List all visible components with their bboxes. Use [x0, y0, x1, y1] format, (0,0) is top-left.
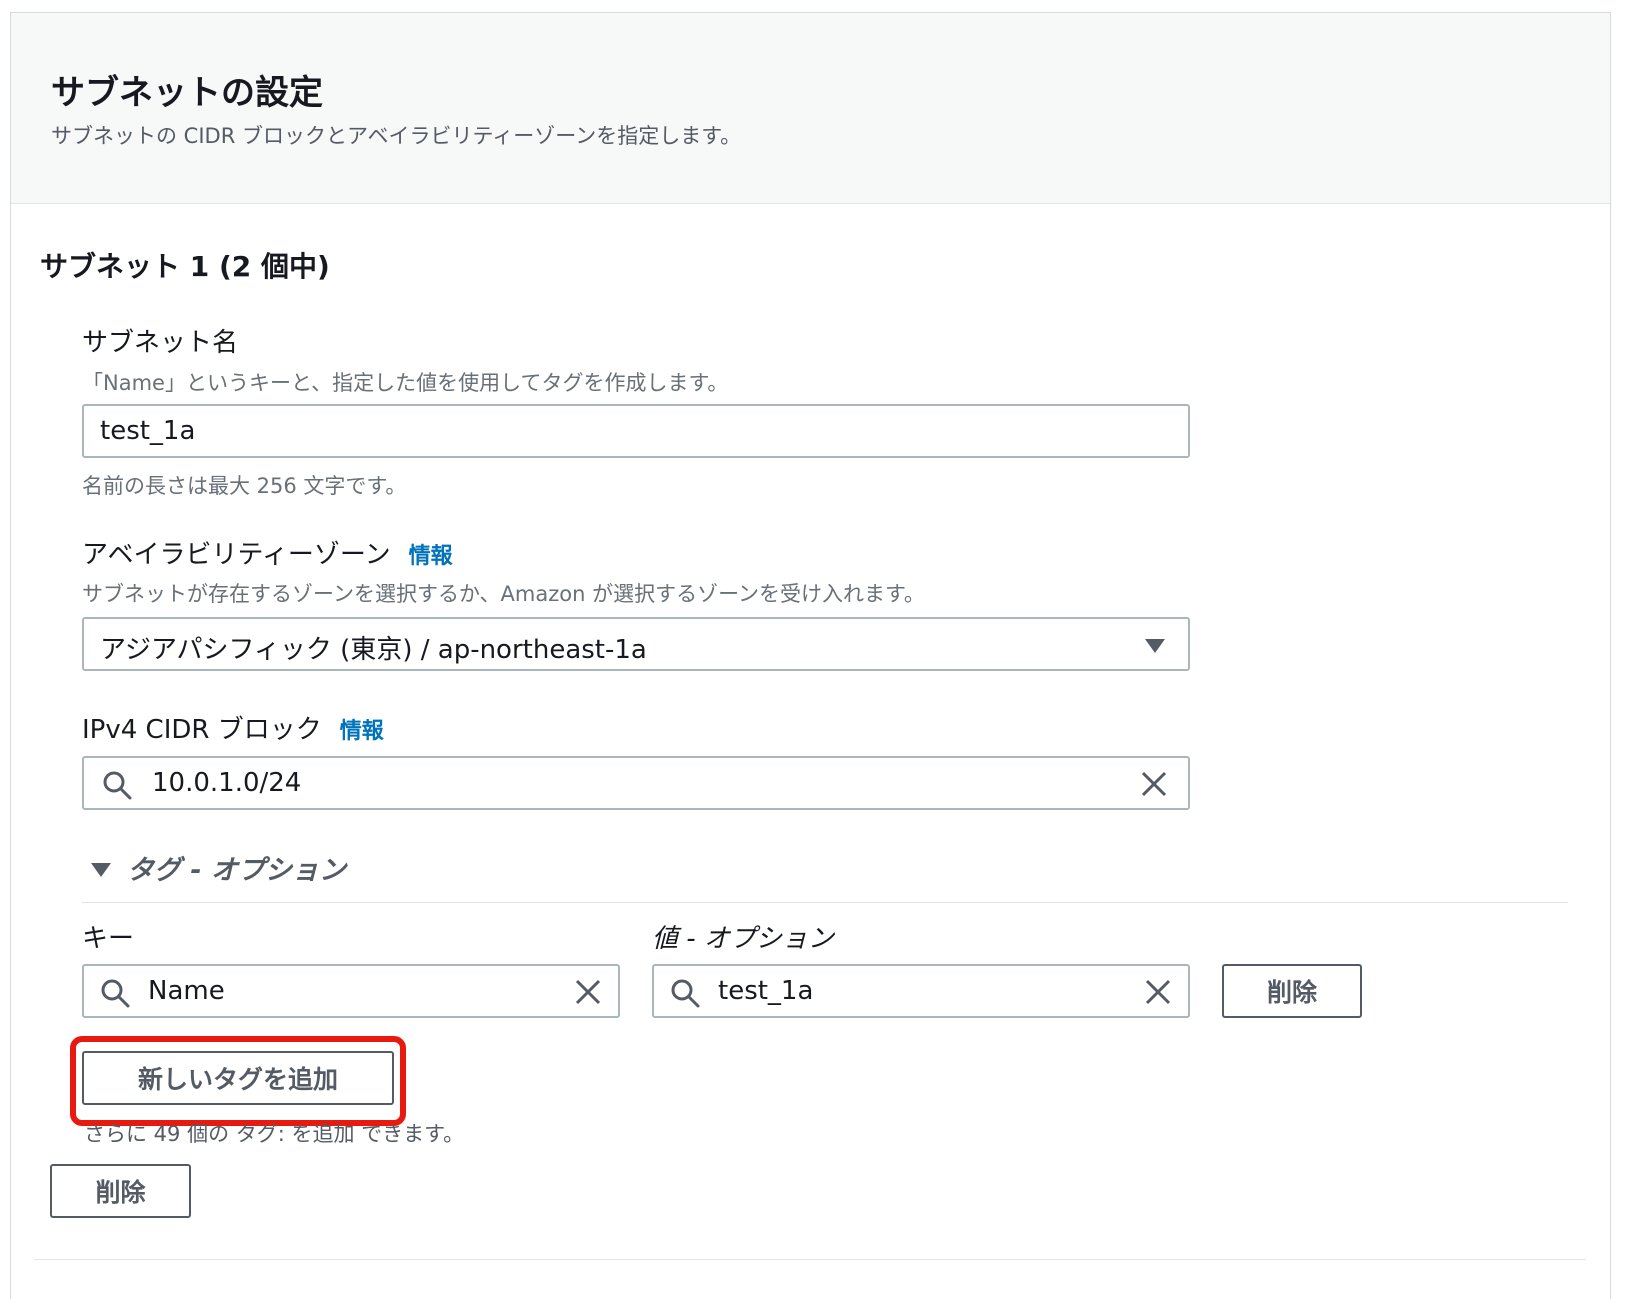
panel-title: サブネットの設定	[51, 73, 323, 113]
remaining-tags-hint: さらに 49 個の タグ: を追加 できます。	[84, 1122, 465, 1146]
subnet-section-title: サブネット 1 (2 個中)	[40, 250, 330, 283]
tag-key-label: キー	[82, 924, 135, 954]
cidr-label: IPv4 CIDR ブロック	[82, 715, 322, 745]
subnet-name-description: 「Name」というキーと、指定した値を使用してタグを作成します。	[82, 371, 729, 395]
caret-down-icon	[1145, 639, 1165, 653]
subnet-name-constraint: 名前の長さは最大 256 文字です。	[82, 474, 407, 498]
tag-key-value: Name	[148, 976, 225, 1006]
subnet-name-input[interactable]: test_1a	[82, 404, 1190, 458]
tag-value-input[interactable]: test_1a	[652, 964, 1190, 1018]
clear-icon[interactable]	[1144, 978, 1172, 1006]
az-selected-value: アジアパシフィック (東京) / ap-northeast-1a	[100, 635, 647, 665]
tags-section-label: タグ - オプション	[127, 855, 347, 886]
panel-header: サブネットの設定 サブネットの CIDR ブロックとアベイラビリティーゾーンを指…	[11, 13, 1610, 204]
clear-icon[interactable]	[574, 978, 602, 1006]
search-icon	[671, 979, 700, 1008]
divider	[34, 1259, 1586, 1260]
az-label-row: アベイラビリティーゾーン 情報	[82, 534, 453, 571]
clear-icon[interactable]	[1140, 770, 1168, 798]
subnet-name-label: サブネット名	[82, 328, 239, 358]
add-new-tag-button[interactable]: 新しいタグを追加	[82, 1051, 394, 1105]
cidr-value: 10.0.1.0/24	[152, 768, 302, 798]
tags-expandable-header[interactable]: タグ - オプション	[82, 842, 1568, 903]
az-label: アベイラビリティーゾーン	[82, 540, 391, 570]
tag-key-input[interactable]: Name	[82, 964, 620, 1018]
tag-value-label: 値 - オプション	[652, 924, 834, 954]
cidr-info-link[interactable]: 情報	[340, 719, 384, 744]
search-icon	[103, 771, 132, 800]
az-info-link[interactable]: 情報	[409, 544, 453, 569]
subnet-name-value: test_1a	[100, 416, 196, 446]
tag-value-value: test_1a	[718, 976, 814, 1006]
az-description: サブネットが存在するゾーンを選択するか、Amazon が選択するゾーンを受け入れ…	[82, 582, 925, 606]
remove-subnet-button[interactable]: 削除	[50, 1164, 191, 1218]
cidr-label-row: IPv4 CIDR ブロック 情報	[82, 709, 384, 746]
caret-down-icon	[91, 863, 111, 877]
az-select[interactable]: アジアパシフィック (東京) / ap-northeast-1a	[82, 617, 1190, 671]
cidr-input[interactable]: 10.0.1.0/24	[82, 756, 1190, 810]
panel-description: サブネットの CIDR ブロックとアベイラビリティーゾーンを指定します。	[51, 124, 742, 148]
remove-tag-button[interactable]: 削除	[1222, 964, 1362, 1018]
search-icon	[101, 979, 130, 1008]
